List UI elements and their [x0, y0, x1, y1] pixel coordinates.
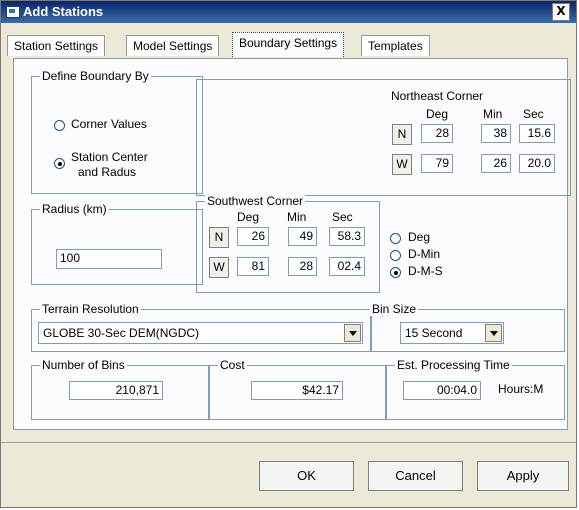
ne-lon-deg-input[interactable]: 79 — [421, 154, 453, 173]
station-center-label: Station Center — [71, 150, 148, 164]
southwest-corner-group: Southwest Corner Deg Min Sec N 26 49 58.… — [196, 194, 380, 293]
sw-lon-direction-button[interactable]: W — [209, 257, 229, 278]
bin-size-group: Bin Size 15 Second — [370, 302, 565, 352]
boundary-settings-panel: Define Boundary By Corner Values Station… — [13, 58, 571, 430]
radius-input[interactable]: 100 — [56, 249, 162, 269]
apply-button[interactable]: Apply — [477, 461, 569, 491]
southwest-corner-label: Southwest Corner — [205, 194, 306, 208]
terrain-resolution-dropdown[interactable]: GLOBE 30-Sec DEM(NGDC) — [38, 322, 363, 344]
format-dmin-radio[interactable] — [390, 250, 401, 261]
sw-lat-direction-button[interactable]: N — [209, 227, 229, 248]
title-bar: Add Stations X — [1, 1, 576, 23]
footer-separator — [1, 442, 576, 443]
format-dms-radio[interactable] — [390, 267, 401, 278]
format-deg-radio[interactable] — [390, 233, 401, 244]
cost-value: $42.17 — [251, 381, 343, 400]
sw-lat-deg-input[interactable]: 26 — [237, 227, 269, 246]
ok-button[interactable]: OK — [259, 461, 354, 491]
sw-lon-deg-input[interactable]: 81 — [237, 257, 269, 276]
ne-lat-sec-input[interactable]: 15.6 — [519, 124, 555, 143]
northeast-corner-group: Northeast Corner Deg Min Sec N 28 38 15.… — [371, 89, 566, 175]
sw-min-header: Min — [287, 210, 307, 224]
bin-size-dropdown[interactable]: 15 Second — [400, 322, 504, 344]
number-of-bins-group: Number of Bins 210,871 — [31, 358, 209, 420]
terrain-resolution-label: Terrain Resolution — [40, 302, 141, 316]
ne-sec-header: Sec — [523, 107, 544, 121]
define-boundary-label: Define Boundary By — [40, 69, 151, 83]
tab-templates[interactable]: Templates — [361, 35, 430, 56]
ne-lat-direction-button[interactable]: N — [392, 124, 412, 145]
chevron-down-icon[interactable] — [485, 324, 502, 342]
number-of-bins-value: 210,871 — [69, 381, 163, 400]
format-deg-label: Deg — [408, 230, 431, 244]
tab-boundary-settings[interactable]: Boundary Settings — [232, 32, 345, 57]
chevron-down-icon[interactable] — [344, 324, 361, 342]
terrain-resolution-group: Terrain Resolution GLOBE 30-Sec DEM(NGDC… — [31, 302, 371, 352]
corner-values-radio[interactable] — [54, 120, 65, 131]
station-center-label-line2: and Radus — [78, 165, 137, 179]
sw-sec-header: Sec — [332, 210, 353, 224]
format-dmin-label: D-Min — [408, 247, 440, 261]
ne-lon-sec-input[interactable]: 20.0 — [519, 154, 555, 173]
radius-group: Radius (km) 100 — [31, 202, 203, 285]
radius-label: Radius (km) — [40, 202, 109, 216]
ne-lat-deg-input[interactable]: 28 — [421, 124, 453, 143]
format-dms-label: D-M-S — [408, 264, 443, 278]
cost-label: Cost — [218, 358, 247, 372]
ne-lat-min-input[interactable]: 38 — [481, 124, 511, 143]
processing-time-value: 00:04.0 — [403, 381, 481, 400]
corner-values-label: Corner Values — [71, 117, 147, 131]
bin-size-label: Bin Size — [370, 302, 419, 316]
processing-time-group: Est. Processing Time 00:04.0 Hours:M — [386, 358, 565, 420]
cost-group: Cost $42.17 — [209, 358, 386, 420]
tab-station-settings[interactable]: Station Settings — [7, 35, 106, 56]
northeast-corner-label: Northeast Corner — [391, 89, 484, 103]
ne-min-header: Min — [483, 107, 503, 121]
processing-time-unit: Hours:M — [498, 382, 544, 396]
ne-deg-header: Deg — [426, 107, 449, 121]
terrain-resolution-value: GLOBE 30-Sec DEM(NGDC) — [43, 326, 200, 340]
add-stations-dialog: Add Stations X Station Settings Model Se… — [0, 0, 577, 508]
ne-lon-min-input[interactable]: 26 — [481, 154, 511, 173]
close-button[interactable]: X — [552, 3, 570, 21]
ne-lon-direction-button[interactable]: W — [392, 154, 412, 175]
bin-size-value: 15 Second — [405, 326, 463, 340]
sw-deg-header: Deg — [237, 210, 260, 224]
station-center-radio[interactable] — [54, 158, 65, 169]
tab-model-settings[interactable]: Model Settings — [126, 35, 220, 56]
sw-lon-sec-input[interactable]: 02.4 — [329, 257, 365, 276]
sw-lat-min-input[interactable]: 49 — [288, 227, 317, 246]
tab-bar: Station Settings Model Settings Boundary… — [1, 23, 576, 57]
sw-lon-min-input[interactable]: 28 — [288, 257, 317, 276]
sw-lat-sec-input[interactable]: 58.3 — [329, 227, 365, 246]
window-icon — [6, 6, 20, 18]
cancel-button[interactable]: Cancel — [368, 461, 463, 491]
number-of-bins-label: Number of Bins — [40, 358, 127, 372]
processing-time-label: Est. Processing Time — [395, 358, 512, 372]
window-title: Add Stations — [23, 4, 104, 19]
define-boundary-group: Define Boundary By Corner Values Station… — [31, 69, 203, 194]
